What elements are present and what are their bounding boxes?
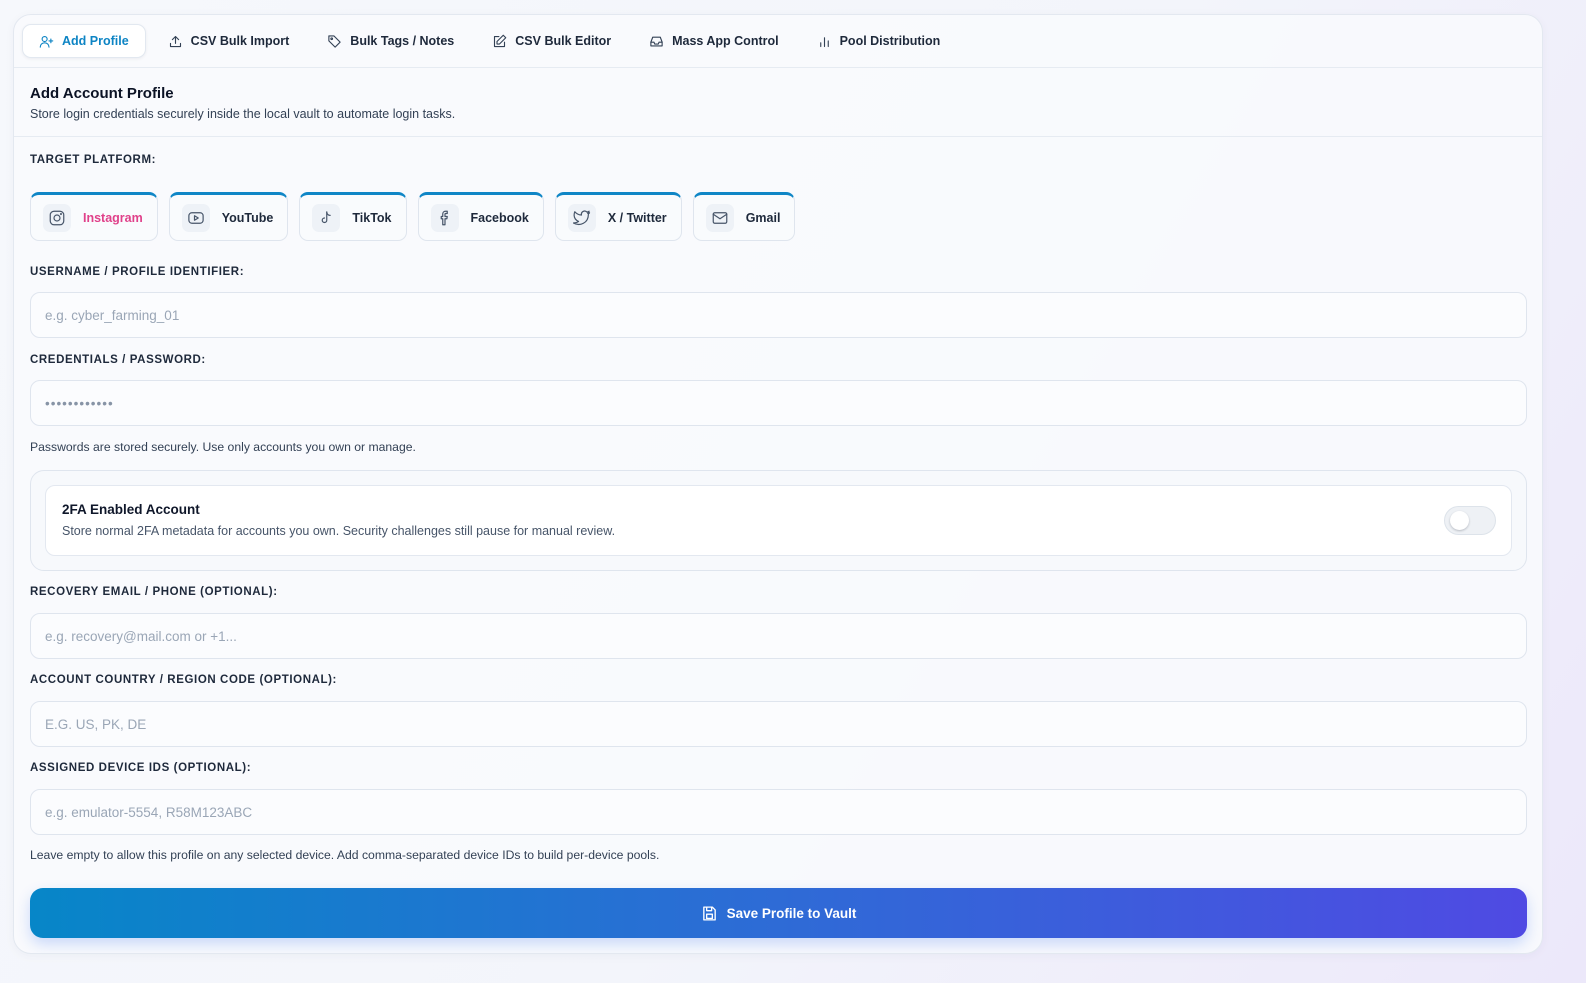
twitter-icon bbox=[567, 203, 596, 232]
twofa-description: Store normal 2FA metadata for accounts y… bbox=[62, 524, 616, 538]
platform-label: TikTok bbox=[352, 210, 392, 225]
toggle-knob bbox=[1450, 511, 1469, 530]
edit-icon bbox=[494, 34, 507, 47]
tab-mass-app-control[interactable]: Mass App Control bbox=[633, 24, 794, 58]
tab-label: CSV Bulk Import bbox=[190, 34, 290, 48]
tab-label: Bulk Tags / Notes bbox=[350, 34, 455, 48]
tiktok-icon bbox=[312, 203, 341, 232]
tab-label: CSV Bulk Editor bbox=[515, 34, 612, 48]
tab-bar: Add Profile CSV Bulk Import Bulk Tags / … bbox=[14, 15, 1542, 68]
add-profile-panel: Add Profile CSV Bulk Import Bulk Tags / … bbox=[13, 14, 1543, 954]
recovery-input[interactable] bbox=[45, 628, 1512, 644]
password-label: CREDENTIALS / PASSWORD: bbox=[30, 354, 206, 366]
country-input[interactable] bbox=[45, 716, 1512, 732]
tab-label: Mass App Control bbox=[672, 34, 779, 48]
password-input[interactable] bbox=[45, 395, 1512, 411]
tab-label: Pool Distribution bbox=[839, 34, 941, 48]
youtube-icon bbox=[181, 203, 210, 232]
save-profile-button[interactable]: Save Profile to Vault bbox=[30, 888, 1527, 938]
devices-input[interactable] bbox=[45, 804, 1512, 820]
save-icon bbox=[702, 905, 716, 921]
page-subtitle: Store login credentials securely inside … bbox=[30, 107, 456, 121]
tab-add-profile[interactable]: Add Profile bbox=[22, 24, 146, 58]
platform-label: YouTube bbox=[221, 210, 274, 225]
upload-icon bbox=[169, 35, 181, 47]
devices-field bbox=[30, 789, 1527, 835]
username-label: USERNAME / PROFILE IDENTIFIER: bbox=[30, 266, 245, 278]
platform-instagram[interactable]: Instagram bbox=[30, 192, 158, 241]
twofa-toggle[interactable] bbox=[1444, 506, 1496, 535]
username-field bbox=[30, 292, 1527, 338]
tab-pool-distribution[interactable]: Pool Distribution bbox=[801, 24, 957, 58]
platform-label: Gmail bbox=[745, 210, 781, 225]
user-plus-icon bbox=[39, 35, 54, 48]
password-field bbox=[30, 380, 1527, 426]
bar-chart-icon bbox=[819, 36, 829, 47]
devices-label: ASSIGNED DEVICE IDS (OPTIONAL): bbox=[30, 762, 252, 774]
country-label: ACCOUNT COUNTRY / REGION CODE (OPTIONAL)… bbox=[30, 674, 337, 686]
platform-tiktok[interactable]: TikTok bbox=[299, 192, 407, 241]
form-header: Add Account Profile Store login credenti… bbox=[14, 68, 1542, 137]
platform-gmail[interactable]: Gmail bbox=[692, 192, 796, 241]
inbox-icon bbox=[650, 36, 663, 46]
tag-icon bbox=[328, 34, 341, 48]
platform-x-twitter[interactable]: X / Twitter bbox=[554, 192, 682, 241]
platform-selector: Instagram YouTube TikTok Facebook X / Tw… bbox=[30, 192, 796, 241]
devices-hint: Leave empty to allow this profile on any… bbox=[30, 848, 660, 862]
recovery-label: RECOVERY EMAIL / PHONE (OPTIONAL): bbox=[30, 586, 278, 598]
platform-label: Instagram bbox=[83, 210, 143, 225]
mail-icon bbox=[705, 203, 734, 232]
platform-facebook[interactable]: Facebook bbox=[417, 192, 544, 241]
page-title: Add Account Profile bbox=[30, 85, 174, 102]
tab-csv-bulk-editor[interactable]: CSV Bulk Editor bbox=[476, 24, 627, 58]
target-platform-label: TARGET PLATFORM: bbox=[30, 154, 157, 166]
country-field bbox=[30, 701, 1527, 747]
tab-label: Add Profile bbox=[62, 34, 129, 48]
save-button-label: Save Profile to Vault bbox=[726, 905, 857, 921]
instagram-icon bbox=[43, 203, 71, 232]
platform-label: X / Twitter bbox=[607, 210, 667, 225]
twofa-title: 2FA Enabled Account bbox=[62, 502, 200, 517]
facebook-icon bbox=[430, 203, 459, 232]
tab-bulk-tags-notes[interactable]: Bulk Tags / Notes bbox=[311, 24, 470, 58]
twofa-card: 2FA Enabled Account Store normal 2FA met… bbox=[45, 485, 1512, 556]
username-input[interactable] bbox=[45, 307, 1512, 323]
platform-youtube[interactable]: YouTube bbox=[168, 192, 289, 241]
twofa-section: 2FA Enabled Account Store normal 2FA met… bbox=[30, 470, 1527, 571]
tab-csv-bulk-import[interactable]: CSV Bulk Import bbox=[152, 24, 306, 58]
platform-label: Facebook bbox=[470, 210, 529, 225]
password-hint: Passwords are stored securely. Use only … bbox=[30, 440, 416, 454]
recovery-field bbox=[30, 613, 1527, 659]
